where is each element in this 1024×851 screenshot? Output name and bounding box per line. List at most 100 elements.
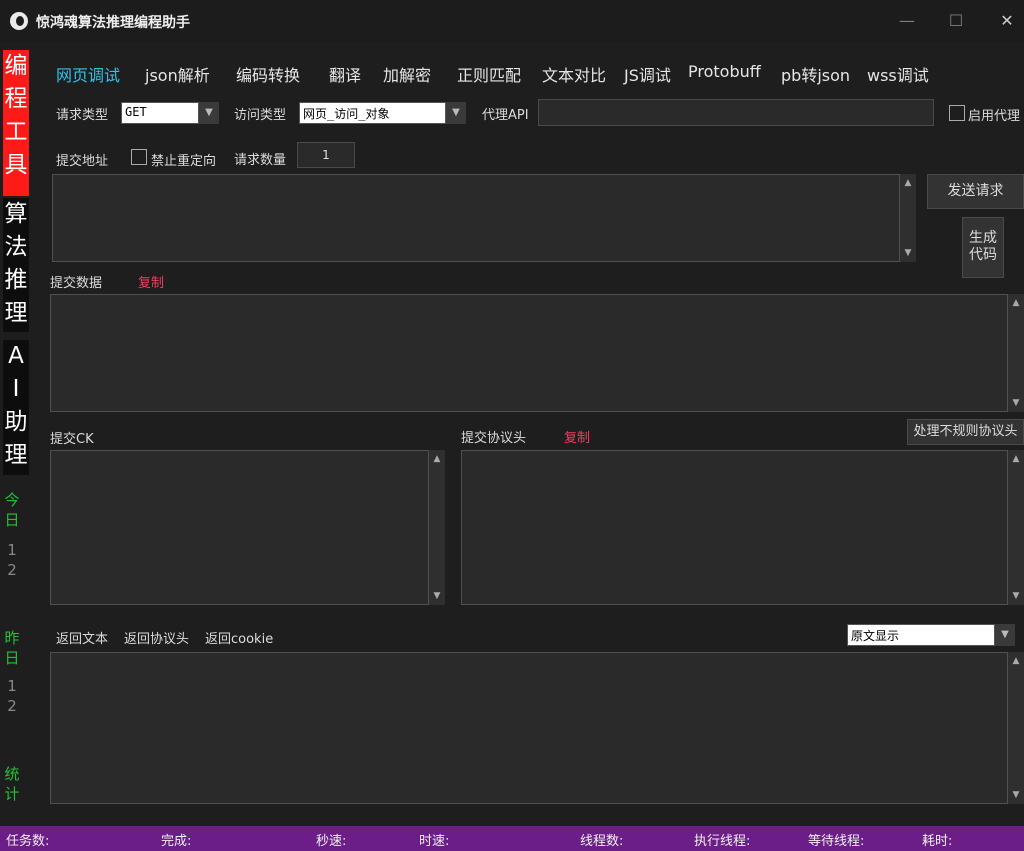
sidebar-char: 具 — [4, 152, 28, 178]
scroll-up-icon[interactable]: ▲ — [900, 176, 916, 190]
access-type-value: 网页_访问_对象 — [303, 107, 390, 121]
tab-json-parse[interactable]: json解析 — [145, 62, 210, 86]
copy-post-data-link[interactable]: 复制 — [138, 272, 164, 291]
sidebar-char: 理 — [4, 442, 28, 468]
tab-wss-debug[interactable]: wss调试 — [867, 62, 929, 86]
scroll-down-icon[interactable]: ▼ — [900, 246, 916, 260]
no-redirect-label: 禁止重定向 — [151, 154, 217, 169]
sidebar-char: 编 — [4, 53, 28, 79]
proxy-api-label: 代理API — [482, 108, 529, 123]
sidebar-item-programming-tools[interactable]: 编 程 工 具 — [3, 50, 29, 196]
status-bar — [0, 826, 1024, 851]
headers-scrollbar[interactable]: ▲ ▼ — [1008, 450, 1024, 605]
window-title: 惊鸿魂算法推理编程助手 — [36, 15, 190, 31]
display-mode-dropdown-icon[interactable]: ▼ — [995, 624, 1015, 646]
proxy-api-input[interactable] — [538, 99, 934, 126]
tab-return-headers[interactable]: 返回协议头 — [124, 628, 189, 647]
today-char: 今 — [4, 491, 20, 509]
no-redirect-checkbox[interactable] — [131, 149, 147, 165]
copy-headers-link[interactable]: 复制 — [564, 427, 590, 446]
status-waiting-threads: 等待线程: — [808, 834, 865, 849]
today-char: 日 — [4, 511, 20, 529]
generate-code-line: 代码 — [969, 247, 997, 263]
request-type-label: 请求类型 — [56, 108, 109, 123]
display-mode-select[interactable]: 原文显示 — [847, 624, 995, 646]
stats-label[interactable]: 统 计 — [3, 764, 21, 804]
sidebar-char: A — [8, 343, 24, 369]
sidebar-char: 工 — [4, 119, 28, 145]
sidebar-char: 理 — [4, 300, 28, 326]
yesterday-value: 1 — [7, 677, 17, 695]
post-data-textarea[interactable] — [50, 294, 1008, 412]
status-hourly-speed: 时速: — [419, 834, 450, 849]
submit-ck-textarea[interactable] — [50, 450, 429, 605]
submit-headers-textarea[interactable] — [461, 450, 1008, 605]
today-label: 今 日 — [3, 490, 21, 530]
access-type-dropdown-icon[interactable]: ▼ — [446, 102, 466, 124]
submit-url-label: 提交地址 — [56, 154, 109, 169]
submit-url-textarea[interactable] — [52, 174, 900, 262]
response-scrollbar[interactable]: ▲ ▼ — [1008, 652, 1024, 804]
status-speed: 秒速: — [316, 834, 347, 849]
status-threads: 线程数: — [580, 834, 624, 849]
tab-protobuff[interactable]: Protobuff — [688, 62, 761, 81]
scroll-up-icon[interactable]: ▲ — [1008, 654, 1024, 668]
post-data-scrollbar[interactable]: ▲ ▼ — [1008, 294, 1024, 412]
tab-encoding[interactable]: 编码转换 — [236, 62, 300, 86]
yesterday-label: 昨 日 — [3, 628, 21, 668]
stats-char: 统 — [4, 765, 20, 783]
url-scrollbar[interactable]: ▲ ▼ — [900, 174, 916, 262]
irregular-headers-button[interactable]: 处理不规则协议头 — [907, 419, 1024, 445]
sidebar-char: 助 — [4, 409, 28, 435]
scroll-down-icon[interactable]: ▼ — [1008, 396, 1024, 410]
minimize-icon[interactable]: — — [896, 10, 918, 32]
tab-text-diff[interactable]: 文本对比 — [542, 62, 606, 86]
sidebar-char: 推 — [4, 267, 28, 293]
submit-ck-label: 提交CK — [50, 432, 94, 447]
tab-return-text[interactable]: 返回文本 — [56, 628, 108, 647]
post-data-label: 提交数据 — [50, 276, 103, 291]
tab-regex[interactable]: 正则匹配 — [457, 62, 521, 86]
generate-code-button[interactable]: 生成 代码 — [962, 217, 1004, 278]
ck-scrollbar[interactable]: ▲ ▼ — [429, 450, 445, 605]
sidebar-item-ai-assistant[interactable]: A I 助 理 — [3, 340, 29, 475]
send-request-button[interactable]: 发送请求 — [927, 174, 1024, 209]
today-values: 1 2 — [3, 540, 21, 580]
sidebar-char: I — [12, 376, 20, 402]
response-textarea[interactable] — [50, 652, 1008, 804]
tab-crypto[interactable]: 加解密 — [383, 62, 431, 86]
stats-char: 计 — [4, 785, 20, 803]
display-mode-value: 原文显示 — [851, 629, 900, 643]
enable-proxy-label: 启用代理 — [968, 109, 1021, 124]
maximize-icon[interactable]: ☐ — [945, 10, 967, 32]
access-type-select[interactable]: 网页_访问_对象 — [299, 102, 446, 124]
tab-return-cookie[interactable]: 返回cookie — [205, 628, 273, 647]
scroll-down-icon[interactable]: ▼ — [1008, 788, 1024, 802]
scroll-down-icon[interactable]: ▼ — [429, 589, 445, 603]
scroll-down-icon[interactable]: ▼ — [1008, 589, 1024, 603]
access-type-label: 访问类型 — [234, 108, 287, 123]
scroll-up-icon[interactable]: ▲ — [1008, 452, 1024, 466]
status-elapsed: 耗时: — [922, 834, 953, 849]
app-logo-icon — [10, 12, 28, 30]
yesterday-char: 昨 — [4, 629, 20, 647]
scroll-up-icon[interactable]: ▲ — [1008, 296, 1024, 310]
tab-js-debug[interactable]: JS调试 — [624, 62, 671, 86]
tab-translate[interactable]: 翻译 — [329, 62, 361, 86]
sidebar-char: 法 — [4, 234, 28, 260]
tab-web-debug[interactable]: 网页调试 — [56, 62, 120, 86]
status-done: 完成: — [161, 834, 192, 849]
sidebar-item-algorithm-reasoning[interactable]: 算 法 推 理 — [3, 198, 29, 332]
request-type-value: GET — [125, 105, 147, 119]
request-type-select[interactable]: GET — [121, 102, 199, 124]
enable-proxy-checkbox[interactable] — [949, 105, 965, 121]
scroll-up-icon[interactable]: ▲ — [429, 452, 445, 466]
today-value: 1 — [7, 541, 17, 559]
close-icon[interactable]: ✕ — [996, 10, 1018, 32]
sidebar-char: 算 — [4, 201, 28, 227]
request-type-dropdown-icon[interactable]: ▼ — [199, 102, 219, 124]
request-count-input[interactable]: 1 — [297, 142, 355, 168]
tab-pb-to-json[interactable]: pb转json — [781, 62, 850, 86]
sidebar-char: 程 — [4, 86, 28, 112]
submit-headers-label: 提交协议头 — [461, 431, 527, 446]
